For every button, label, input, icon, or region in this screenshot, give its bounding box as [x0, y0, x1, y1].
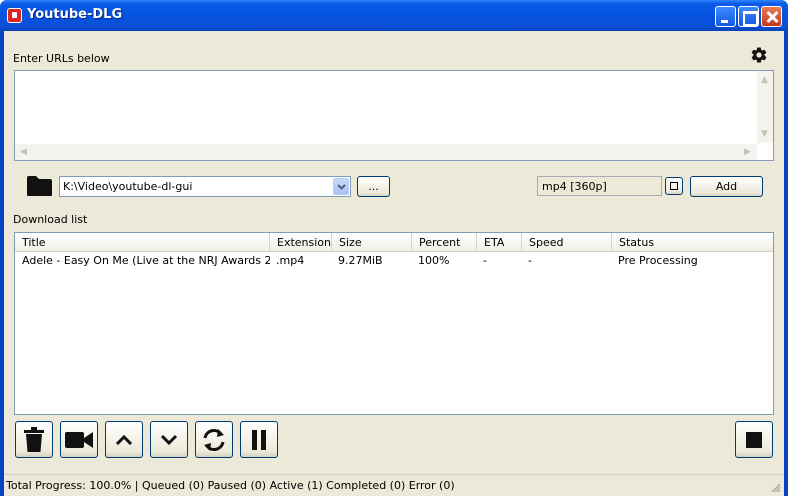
pause-button[interactable] — [240, 421, 278, 458]
column-status[interactable]: Status — [612, 233, 773, 252]
move-up-button[interactable] — [105, 421, 143, 458]
stop-icon — [746, 431, 762, 448]
row-extension: .mp4 — [276, 254, 305, 267]
client-area: Enter URLs below ▲ ▼ ◀ ▶ K:\Video\youtub… — [4, 31, 784, 496]
row-size: 9.27MiB — [338, 254, 383, 267]
app-window: Youtube-DLG Enter URLs below ▲ ▼ ◀ ▶ K:\… — [0, 0, 788, 496]
folder-icon[interactable] — [26, 175, 53, 197]
row-title: Adele - Easy On Me (Live at the NRJ Awar… — [22, 254, 270, 267]
column-speed[interactable]: Speed — [522, 233, 612, 252]
window-title: Youtube-DLG — [27, 7, 123, 22]
row-eta: - — [483, 254, 487, 267]
status-text: Total Progress: 100.0% | Queued (0) Paus… — [6, 479, 455, 492]
format-value: mp4 [360p] — [542, 180, 607, 193]
refresh-icon — [203, 428, 225, 451]
arrow-up-icon — [115, 434, 133, 445]
reload-button[interactable] — [195, 421, 233, 458]
scroll-right-icon[interactable]: ▶ — [740, 144, 755, 159]
download-list-label: Download list — [13, 213, 88, 226]
format-field[interactable]: mp4 [360p] — [537, 176, 662, 196]
resize-grip-icon[interactable] — [771, 483, 781, 493]
gear-icon[interactable] — [750, 46, 768, 64]
row-speed: - — [528, 254, 532, 267]
minimize-button[interactable] — [715, 6, 736, 27]
row-status: Pre Processing — [618, 254, 698, 267]
scroll-up-icon[interactable]: ▲ — [757, 72, 772, 87]
add-button[interactable]: Add — [690, 176, 763, 197]
window-frame-right — [784, 31, 788, 496]
row-percent: 100% — [418, 254, 450, 267]
download-list[interactable]: Title Extension Size Percent ETA Speed S… — [14, 232, 774, 415]
scroll-down-icon[interactable]: ▼ — [757, 126, 772, 141]
browse-button[interactable]: ... — [357, 176, 390, 197]
save-path-value: K:\Video\youtube-dl-gui — [63, 180, 193, 193]
chevron-down-icon[interactable] — [333, 178, 349, 195]
download-list-header: Title Extension Size Percent ETA Speed S… — [15, 233, 773, 252]
video-camera-icon — [65, 431, 93, 448]
urls-textarea[interactable]: ▲ ▼ ◀ ▶ — [14, 70, 774, 161]
app-icon — [7, 8, 22, 23]
stop-button[interactable] — [735, 421, 773, 458]
column-extension[interactable]: Extension — [270, 233, 332, 252]
column-size[interactable]: Size — [332, 233, 412, 252]
title-bar[interactable]: Youtube-DLG — [0, 0, 788, 31]
pause-icon — [252, 429, 266, 450]
scroll-left-icon[interactable]: ◀ — [16, 144, 31, 159]
save-path-combobox[interactable]: K:\Video\youtube-dl-gui — [59, 176, 351, 197]
column-percent[interactable]: Percent — [412, 233, 477, 252]
delete-button[interactable] — [15, 421, 53, 458]
square-icon — [670, 182, 678, 190]
close-button[interactable] — [761, 6, 782, 27]
column-title[interactable]: Title — [15, 233, 270, 252]
status-bar: Total Progress: 100.0% | Queued (0) Paus… — [4, 474, 784, 496]
play-video-button[interactable] — [60, 421, 98, 458]
move-down-button[interactable] — [150, 421, 188, 458]
maximize-button[interactable] — [738, 6, 759, 27]
urls-label: Enter URLs below — [13, 52, 110, 65]
trash-icon — [24, 426, 44, 452]
arrow-down-icon — [160, 434, 178, 445]
urls-vertical-scrollbar[interactable]: ▲ ▼ — [757, 71, 773, 143]
column-eta[interactable]: ETA — [477, 233, 522, 252]
urls-horizontal-scrollbar[interactable]: ◀ ▶ — [15, 144, 757, 160]
table-row[interactable]: Adele - Easy On Me (Live at the NRJ Awar… — [15, 253, 773, 268]
format-options-button[interactable] — [665, 177, 683, 195]
